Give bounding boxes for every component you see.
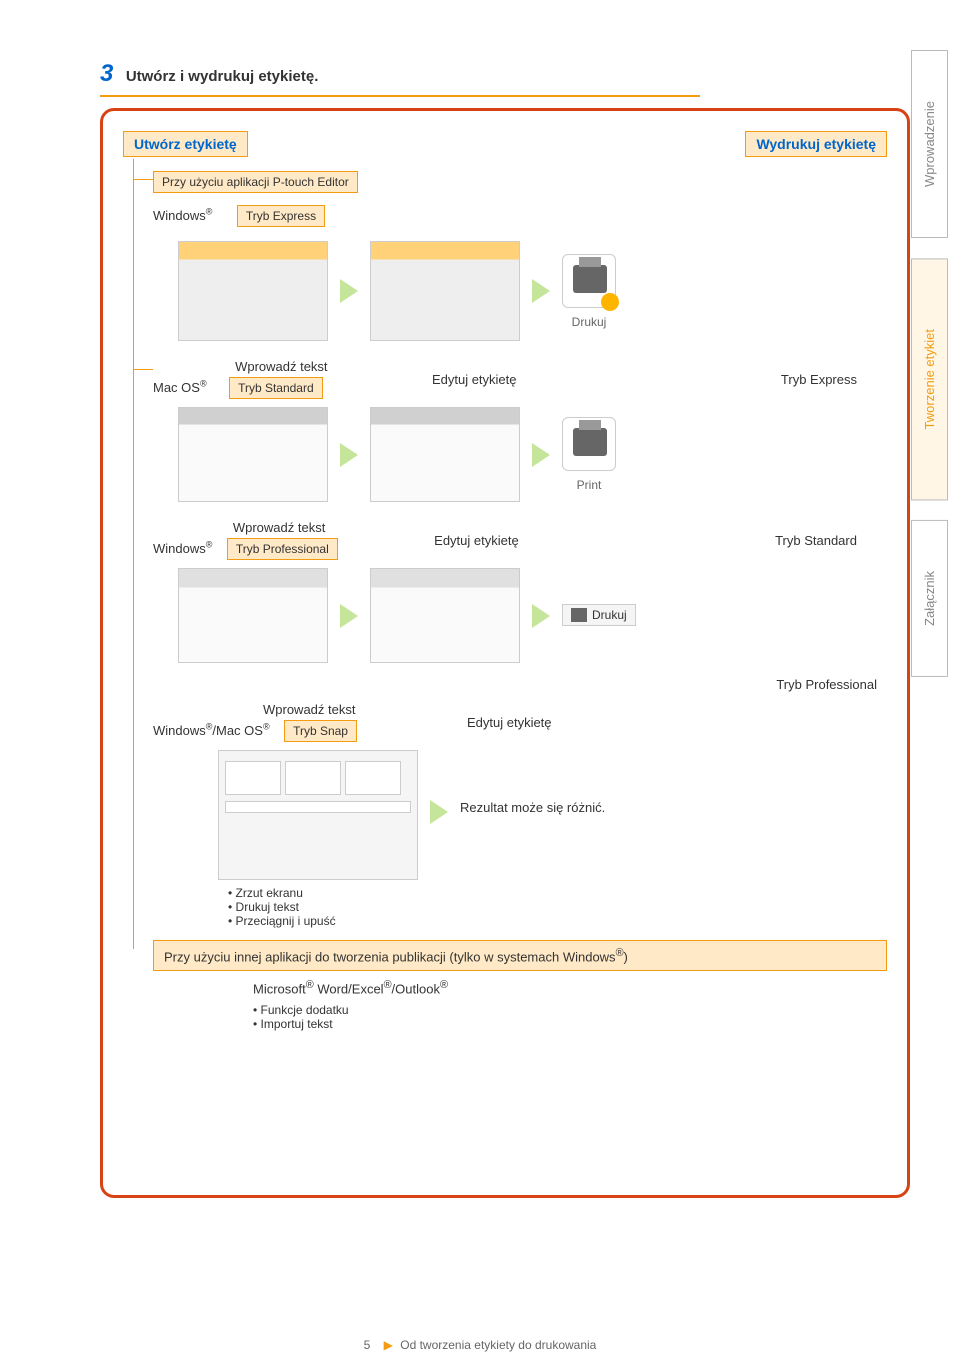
result-may-vary: Rezultat może się różnić. [460,800,605,815]
step-title: Utwórz i wydrukuj etykietę. [126,68,319,85]
print-icon-label: Drukuj [562,315,616,329]
accent-line [100,95,700,97]
os-combo: Windows®/Mac OS® [153,723,270,738]
side-tab-intro[interactable]: Wprowadzenie [911,50,948,238]
os-macos: Mac OS® [153,380,207,395]
os-windows-2: Windows® [153,541,212,556]
create-label-box: Utwórz etykietę [123,131,248,157]
arrow-icon [340,279,358,303]
arrow-icon [340,604,358,628]
bullet-screenshot: Zrzut ekranu [228,886,418,900]
drukuj-button: Drukuj [562,604,636,626]
tryb-standard-side: Tryb Standard [775,533,857,548]
enter-text-label-3: Wprowadź tekst [263,702,357,717]
screenshot-mac-1 [178,407,328,502]
arrow-icon [430,800,448,824]
mode-snap-box: Tryb Snap [284,720,357,742]
arrow-icon [532,604,550,628]
side-nav: Wprowadzenie Tworzenie etykiet Załącznik [911,50,948,677]
page-footer: 5 ▶ Od tworzenia etykiety do drukowania [0,1338,960,1352]
main-workflow-frame: Utwórz etykietę Przy użyciu aplikacji P-… [100,108,910,1198]
bullet-import: Importuj tekst [253,1017,887,1031]
mode-standard-box: Tryb Standard [229,377,323,399]
arrow-icon [340,443,358,467]
print-icon-print [562,417,616,471]
screenshot-pro-1 [178,568,328,663]
triangle-icon: ▶ [384,1338,393,1352]
footer-crumb: Od tworzenia etykiety do drukowania [400,1338,596,1352]
enter-text-label-2: Wprowadź tekst [233,520,338,535]
snap-dialog-thumb [218,750,418,880]
arrow-icon [532,279,550,303]
drukuj-button-label: Drukuj [592,608,627,622]
bullet-drag-drop: Przeciągnij i upuść [228,914,418,928]
edit-label-2: Edytuj etykietę [434,533,519,548]
screenshot-express-2 [370,241,520,341]
using-app-box: Przy użyciu aplikacji P-touch Editor [153,171,358,193]
ms-office-line: Microsoft® Word/Excel®/Outlook® [253,979,887,996]
bullet-print-text: Drukuj tekst [228,900,418,914]
screenshot-pro-2 [370,568,520,663]
page-number: 5 [364,1338,371,1352]
tryb-express-side: Tryb Express [781,372,857,387]
step-number: 3 [100,60,113,88]
using-other-app-box: Przy użyciu innej aplikacji do tworzenia… [153,940,887,971]
enter-text-label-1: Wprowadź tekst [235,359,327,374]
screenshot-express-1 [178,241,328,341]
print-icon-label-en: Print [562,478,616,492]
print-icon-drukuj [562,254,616,308]
edit-label-1: Edytuj etykietę [432,372,517,387]
screenshot-mac-2 [370,407,520,502]
bullet-addon: Funkcje dodatku [253,1003,887,1017]
os-windows-1: Windows® [153,208,212,223]
side-tab-appendix[interactable]: Załącznik [911,520,948,677]
side-tab-creating[interactable]: Tworzenie etykiet [911,258,948,500]
print-label-box: Wydrukuj etykietę [745,131,887,157]
arrow-icon [532,443,550,467]
mode-express-box: Tryb Express [237,205,325,227]
mode-professional-box: Tryb Professional [227,538,338,560]
tryb-professional-side: Tryb Professional [178,677,877,692]
edit-label-3: Edytuj etykietę [467,715,552,730]
snap-bullets: Zrzut ekranu Drukuj tekst Przeciągnij i … [228,886,418,928]
